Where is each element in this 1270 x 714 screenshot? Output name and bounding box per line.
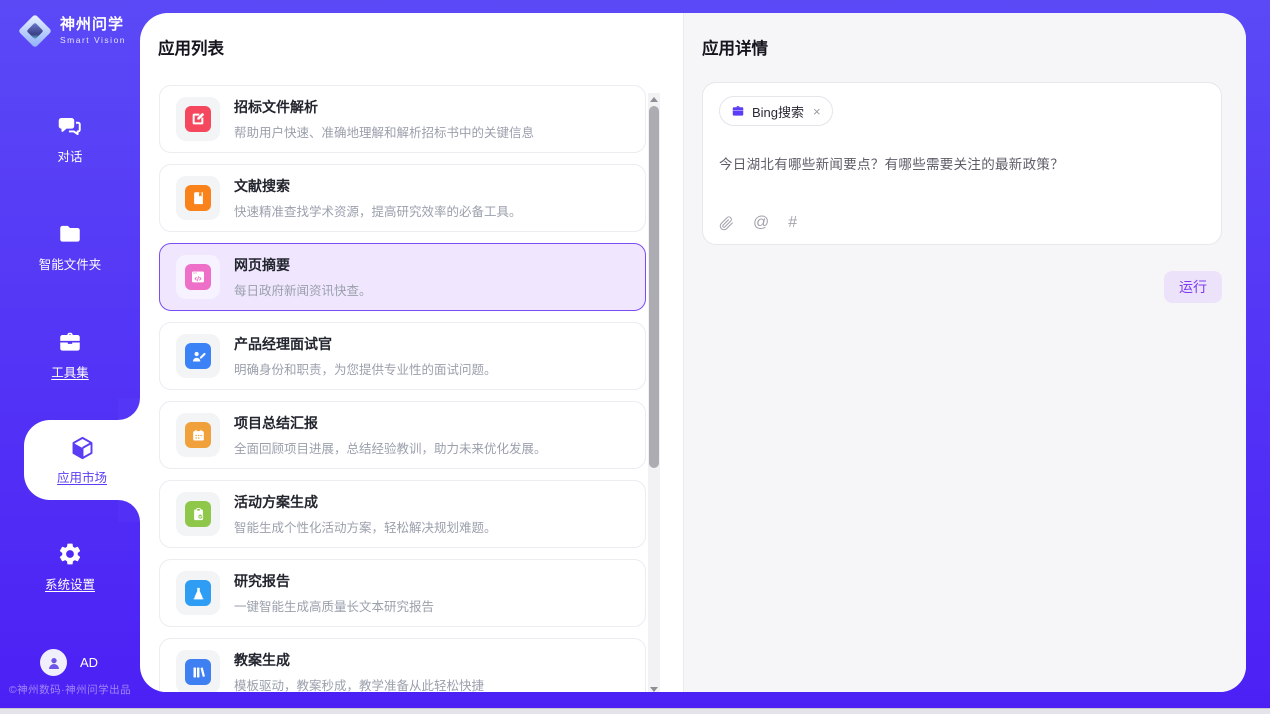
sidebar-item-settings[interactable]: 系统设置 <box>0 540 140 593</box>
app-description: 智能生成个性化活动方案，轻松解决规划难题。 <box>234 517 497 536</box>
calendar-note-icon <box>185 422 211 448</box>
app-name: 项目总结汇报 <box>234 413 547 433</box>
app-description: 每日政府新闻资讯快查。 <box>234 280 372 299</box>
app-list: 招标文件解析 帮助用户快速、准确地理解和解析招标书中的关键信息 文献搜索 快速精… <box>159 85 646 692</box>
cube-icon <box>69 434 96 461</box>
hash-icon[interactable]: # <box>788 214 797 232</box>
sidebar-item-label: 系统设置 <box>45 574 95 593</box>
app-card-project-summary[interactable]: 项目总结汇报 全面回顾项目进展，总结经验教训，助力未来优化发展。 <box>159 401 646 469</box>
sidebar-item-label: 应用市场 <box>57 467 107 486</box>
brand-diamond-icon <box>18 14 52 48</box>
app-name: 招标文件解析 <box>234 97 534 117</box>
app-list-panel: 应用列表 招标文件解析 帮助用户快速、准确地理解和解析招标书中的关键信息 <box>140 13 683 692</box>
app-description: 帮助用户快速、准确地理解和解析招标书中的关键信息 <box>234 122 534 141</box>
sidebar-item-label: 智能文件夹 <box>39 254 102 273</box>
sidebar-item-label: 对话 <box>57 146 82 165</box>
app-icon-tile <box>176 334 220 378</box>
run-button[interactable]: 运行 <box>1164 271 1222 303</box>
brand-subtitle: Smart Vision <box>60 36 126 45</box>
gear-icon <box>57 540 84 567</box>
app-icon-tile <box>176 650 220 692</box>
app-card-pm-interviewer[interactable]: 产品经理面试官 明确身份和职责，为您提供专业性的面试问题。 <box>159 322 646 390</box>
chip-close-icon[interactable]: × <box>813 104 821 119</box>
app-icon-tile <box>176 255 220 299</box>
active-pill-notch-top <box>118 398 140 420</box>
app-card-lesson-plan[interactable]: 教案生成 模板驱动，教案秒成，教学准备从此轻松快捷 <box>159 638 646 692</box>
briefcase-icon <box>731 104 745 118</box>
interviewer-icon <box>185 343 211 369</box>
app-card-literature-search[interactable]: 文献搜索 快速精准查找学术资源，提高研究效率的必备工具。 <box>159 164 646 232</box>
avatar <box>40 649 67 676</box>
app-icon-tile <box>176 492 220 536</box>
app-description: 模板驱动，教案秒成，教学准备从此轻松快捷 <box>234 675 484 692</box>
scrollbar-down-arrow[interactable] <box>648 683 660 692</box>
app-icon-tile <box>176 97 220 141</box>
app-name: 网页摘要 <box>234 255 372 275</box>
tool-chip-bing-search[interactable]: Bing搜索 × <box>719 96 833 126</box>
app-description: 快速精准查找学术资源，提高研究效率的必备工具。 <box>234 201 522 220</box>
at-icon[interactable]: @ <box>753 214 769 232</box>
prompt-card: Bing搜索 × 今日湖北有哪些新闻要点？有哪些需要关注的最新政策？ @ # <box>702 82 1222 245</box>
books-icon <box>185 659 211 685</box>
toolbox-icon <box>57 328 84 355</box>
app-name: 产品经理面试官 <box>234 334 497 354</box>
bottom-edge-strip <box>0 708 1270 714</box>
app-description: 全面回顾项目进展，总结经验教训，助力未来优化发展。 <box>234 438 547 457</box>
app-icon-tile <box>176 571 220 615</box>
query-text[interactable]: 今日湖北有哪些新闻要点？有哪些需要关注的最新政策？ <box>719 153 1205 173</box>
app-card-web-summary-selected[interactable]: 网页摘要 每日政府新闻资讯快查。 <box>159 243 646 311</box>
user-initials: AD <box>80 655 98 670</box>
active-pill-notch-bottom <box>118 500 140 522</box>
research-flask-icon <box>185 580 211 606</box>
app-logo[interactable]: 神州问学 Smart Vision <box>18 14 126 48</box>
book-icon <box>185 185 211 211</box>
chat-icon <box>57 112 84 139</box>
sidebar-item-app-market-active[interactable]: 应用市场 <box>24 420 140 500</box>
app-card-event-plan[interactable]: 活动方案生成 智能生成个性化活动方案，轻松解决规划难题。 <box>159 480 646 548</box>
app-card-bid-document-parsing[interactable]: 招标文件解析 帮助用户快速、准确地理解和解析招标书中的关键信息 <box>159 85 646 153</box>
app-name: 教案生成 <box>234 650 484 670</box>
sidebar-item-chat[interactable]: 对话 <box>0 112 140 165</box>
folder-icon <box>57 220 84 247</box>
app-icon-tile <box>176 413 220 457</box>
app-list-scrollbar <box>648 93 660 692</box>
brand-name: 神州问学 <box>60 17 126 34</box>
sidebar-item-toolbox[interactable]: 工具集 <box>0 328 140 381</box>
app-name: 活动方案生成 <box>234 492 497 512</box>
scrollbar-up-arrow[interactable] <box>648 93 660 105</box>
clipboard-check-icon <box>185 501 211 527</box>
app-name: 研究报告 <box>234 571 434 591</box>
app-description: 一键智能生成高质量长文本研究报告 <box>234 596 434 615</box>
app-icon-tile <box>176 176 220 220</box>
app-detail-title: 应用详情 <box>702 35 1246 59</box>
paperclip-icon[interactable] <box>719 216 734 231</box>
copyright-footer: ©神州数码·神州问学出品 <box>0 682 140 697</box>
app-name: 文献搜索 <box>234 176 522 196</box>
main-panel: 应用列表 招标文件解析 帮助用户快速、准确地理解和解析招标书中的关键信息 <box>140 13 1246 692</box>
scrollbar-thumb[interactable] <box>649 106 659 468</box>
app-detail-panel: 应用详情 Bing搜索 × 今日湖北有哪些新闻要点？有哪些需要关注的最新政策？ … <box>683 13 1246 692</box>
app-card-research-report[interactable]: 研究报告 一键智能生成高质量长文本研究报告 <box>159 559 646 627</box>
sidebar-item-label: 工具集 <box>51 362 89 381</box>
sidebar-item-smart-folder[interactable]: 智能文件夹 <box>0 220 140 273</box>
app-list-title: 应用列表 <box>158 35 683 59</box>
user-account[interactable]: AD <box>40 649 98 676</box>
prompt-toolbar: @ # <box>719 176 1205 232</box>
tool-chip-label: Bing搜索 <box>752 102 804 121</box>
app-description: 明确身份和职责，为您提供专业性的面试问题。 <box>234 359 497 378</box>
browser-code-icon <box>185 264 211 290</box>
pen-square-icon <box>185 106 211 132</box>
sidebar: 神州问学 Smart Vision 对话 智能文件夹 工具集 <box>0 0 140 714</box>
